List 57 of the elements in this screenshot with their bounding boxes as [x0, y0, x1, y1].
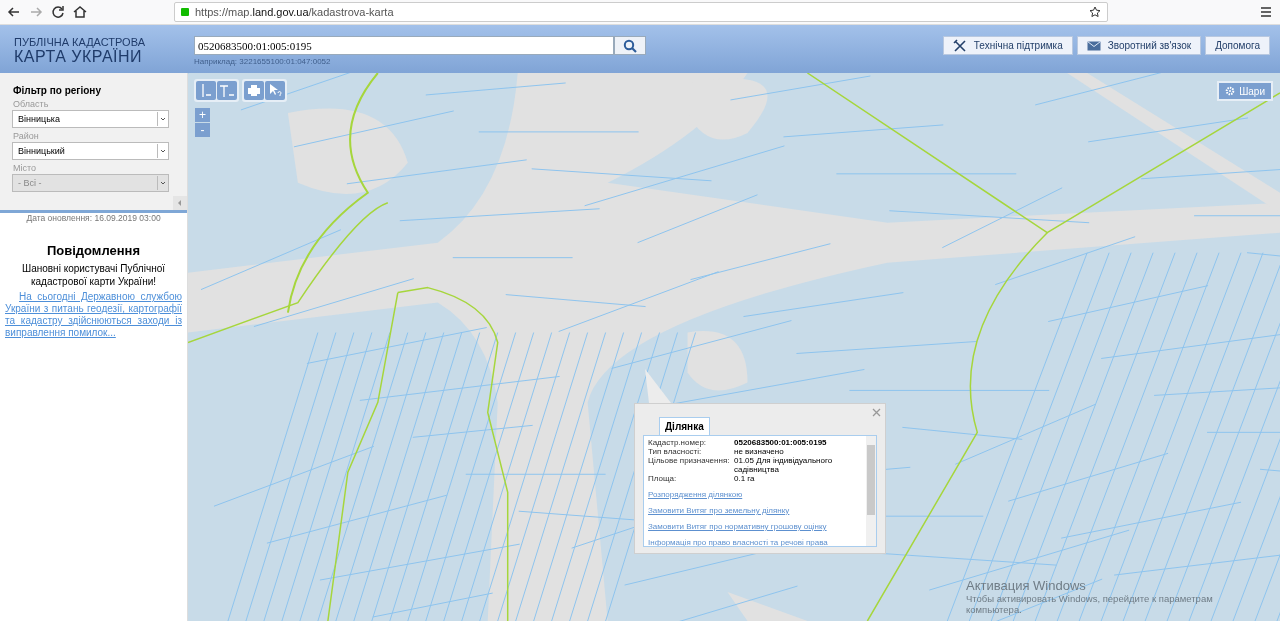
url-text: https://map.land.gov.ua/kadastrova-karta — [195, 6, 394, 18]
gear-icon — [1225, 86, 1236, 96]
menu-icon[interactable] — [1258, 4, 1274, 20]
popup-link[interactable]: Інформація про право власності та речові права — [648, 538, 862, 546]
site-title: КАРТА УКРАЇНИ — [14, 48, 144, 66]
attribute-label: Площа: — [648, 474, 678, 483]
collapse-button[interactable] — [173, 196, 187, 210]
search-icon — [623, 38, 637, 53]
notice-title: Повідомлення — [45, 243, 142, 258]
popup-link[interactable]: Розпорядження ділянкою — [648, 490, 862, 499]
popup-link[interactable]: Замовити Витяг про нормативну грошову оцінку — [648, 522, 862, 531]
search-hint: Наприклад: 3221655100:01:047:0052 — [194, 57, 332, 66]
star-icon[interactable] — [1089, 6, 1101, 18]
ruler-tool-icon[interactable] — [196, 81, 216, 100]
caret-icon — [157, 176, 168, 190]
filter-title: Фільтр по регіону — [13, 85, 102, 96]
notice-greeting: Шановні користувачі Публічної кадастрової карти України! — [21, 262, 166, 288]
activation-text: Чтобы активировать Windows, перейдите к параметрам компьютера. — [966, 593, 1214, 615]
region-select[interactable]: Вінницька — [12, 110, 169, 128]
search-button[interactable] — [614, 36, 646, 55]
attribute-label: Тип власності: — [648, 447, 703, 456]
notice-link[interactable]: На сьогодні Державною службою України з питань геодезії, картографії та кадастру здійснюються заходи із виправлення помилок... — [5, 291, 182, 339]
search-field[interactable]: 0520683500:01:005:0195 — [194, 36, 614, 55]
header-button[interactable]: Технічна підтримка — [942, 36, 1073, 55]
envelope-icon — [1086, 40, 1101, 51]
reload-icon[interactable] — [50, 4, 66, 20]
field-label: Область — [13, 99, 50, 109]
header-button[interactable]: Зворотний зв'язок — [1076, 36, 1202, 55]
zoom-in-button[interactable]: + — [195, 108, 210, 122]
attribute-label: Цільове призначення: — [648, 456, 731, 467]
layers-button[interactable]: Шари — [1217, 81, 1273, 101]
region-select[interactable]: Вінницький — [12, 142, 169, 160]
tools-icon — [952, 38, 967, 53]
attribute-value: 0520683500:01:005:0195 — [734, 438, 828, 447]
scrollbar[interactable] — [866, 436, 876, 546]
area-ruler-tool-icon[interactable] — [217, 81, 237, 100]
caret-icon — [157, 144, 168, 158]
activation-title: Активация Windows — [966, 578, 1087, 593]
pointer-help-icon[interactable] — [265, 81, 285, 100]
print-icon[interactable] — [244, 81, 264, 100]
lock-icon — [181, 8, 189, 16]
header-button[interactable]: Допомога — [1205, 36, 1270, 55]
home-icon[interactable] — [72, 4, 88, 20]
close-icon[interactable] — [872, 408, 881, 417]
caret-icon — [157, 112, 168, 126]
popup-link[interactable]: Замовити Витяг про земельну ділянку — [648, 506, 862, 515]
popup-tab[interactable]: Ділянка — [659, 417, 710, 435]
update-date: Дата оновлення: 16.09.2019 03:00 — [25, 213, 162, 223]
field-label: Район — [13, 131, 40, 141]
attribute-value: 01.05 Для індивідуального садівництва — [734, 456, 834, 474]
field-label: Місто — [13, 163, 38, 173]
site-title-top: ПУБЛІЧНА КАДАСТРОВА — [14, 36, 146, 48]
attribute-value: 0.1 га — [734, 474, 756, 483]
zoom-out-button[interactable]: - — [195, 123, 210, 137]
attribute-value: не визначено — [734, 447, 785, 456]
address-bar[interactable]: https://map.land.gov.ua/kadastrova-karta — [174, 2, 1108, 22]
attribute-label: Кадастр.номер: — [648, 438, 708, 447]
